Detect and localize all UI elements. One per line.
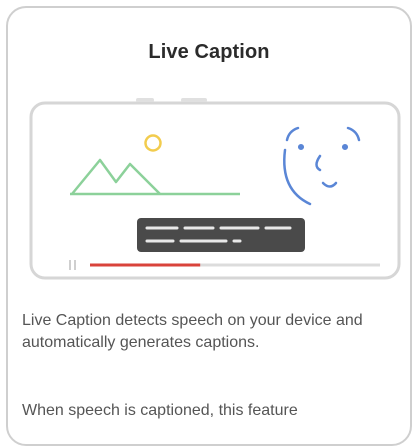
phone-button-right (181, 98, 207, 102)
dialog-description: Live Caption detects speech on your devi… (22, 312, 363, 351)
phone-button-left (136, 98, 154, 102)
caption-box (137, 218, 305, 252)
live-caption-dialog: Live Caption Live Caption detects speech… (6, 6, 412, 446)
live-caption-illustration (29, 98, 401, 280)
dialog-description-continued: When speech is captioned, this feature (22, 402, 298, 419)
